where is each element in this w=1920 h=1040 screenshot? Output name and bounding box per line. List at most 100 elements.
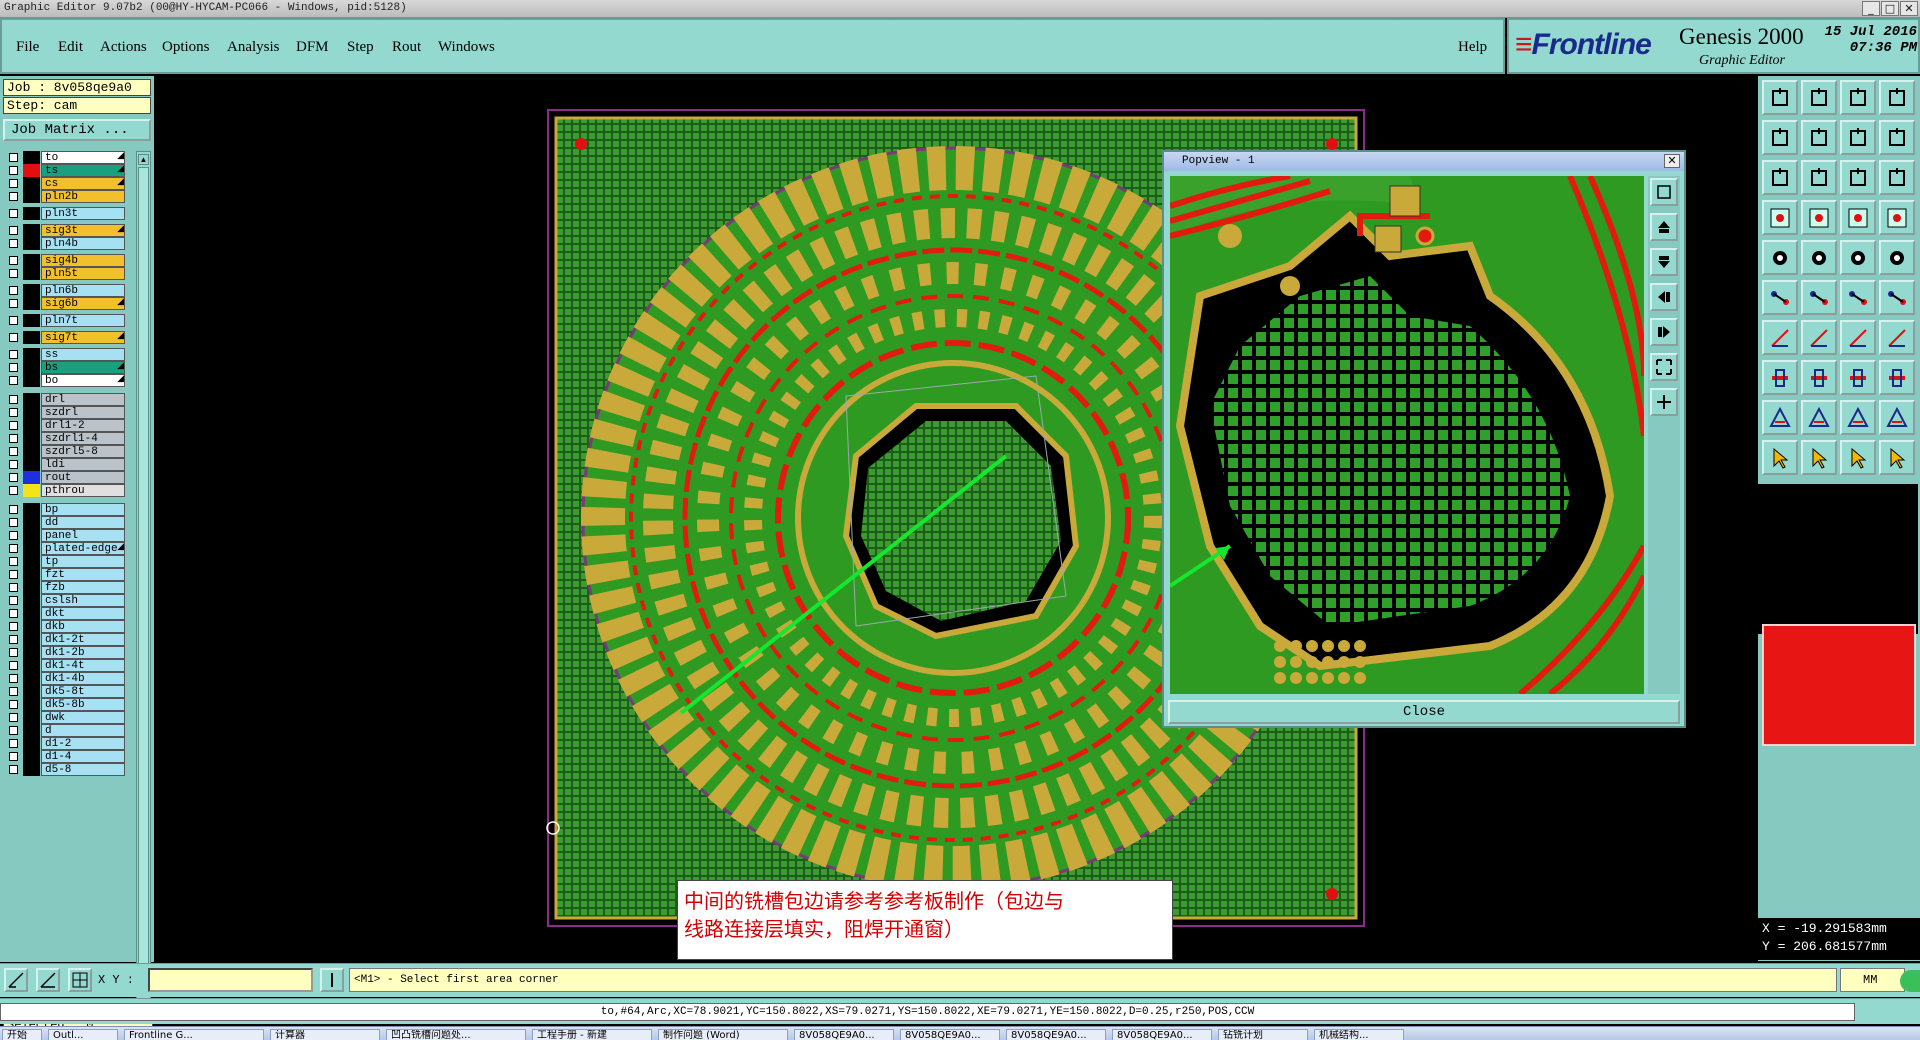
- popview-pan-right-icon[interactable]: [1650, 318, 1678, 346]
- layer-list-scrollbar[interactable]: ▲ ▼: [136, 151, 151, 1012]
- layer-name[interactable]: dk1-4t: [41, 659, 125, 672]
- layer-checkbox[interactable]: [9, 299, 18, 308]
- layer-checkbox[interactable]: [9, 726, 18, 735]
- layer-row[interactable]: dk5-8t: [4, 685, 134, 698]
- menu-analysis[interactable]: Analysis: [227, 39, 280, 56]
- draw-arc-icon[interactable]: [1801, 320, 1837, 355]
- add-text-b-icon[interactable]: [1840, 400, 1876, 435]
- layer-row[interactable]: fzt: [4, 568, 134, 581]
- layer-name[interactable]: dkt: [41, 607, 125, 620]
- zoom-home-icon[interactable]: [1762, 80, 1798, 115]
- popview-pan-left-icon[interactable]: [1650, 283, 1678, 311]
- layer-checkbox[interactable]: [9, 434, 18, 443]
- layer-color-swatch[interactable]: [23, 698, 40, 711]
- fit-all-icon[interactable]: [1762, 160, 1798, 195]
- layer-color-swatch[interactable]: [23, 393, 40, 406]
- menu-windows[interactable]: Windows: [438, 39, 495, 56]
- home-view-icon[interactable]: [1840, 80, 1876, 115]
- layer-checkbox[interactable]: [9, 166, 18, 175]
- layer-color-swatch[interactable]: [23, 484, 40, 497]
- layer-checkbox[interactable]: [9, 333, 18, 342]
- layer-color-swatch[interactable]: [23, 445, 40, 458]
- layer-checkbox[interactable]: [9, 544, 18, 553]
- pointer-grid-icon[interactable]: [1879, 440, 1915, 475]
- layer-row[interactable]: d: [4, 724, 134, 737]
- taskbar-item[interactable]: 钻铣计划: [1218, 1029, 1308, 1040]
- snap-step-icon[interactable]: [1840, 200, 1876, 235]
- circle-select-icon[interactable]: [1879, 240, 1915, 275]
- layer-color-swatch[interactable]: [23, 331, 40, 344]
- layer-row[interactable]: dd: [4, 516, 134, 529]
- layer-color-swatch[interactable]: [23, 568, 40, 581]
- layer-row[interactable]: bp: [4, 503, 134, 516]
- layer-row[interactable]: d1-4: [4, 750, 134, 763]
- layer-color-swatch[interactable]: [23, 164, 40, 177]
- layer-checkbox[interactable]: [9, 269, 18, 278]
- layer-row[interactable]: sig3t ◢: [4, 224, 134, 237]
- layer-color-swatch[interactable]: [23, 190, 40, 203]
- layer-name[interactable]: fzb: [41, 581, 125, 594]
- redraw-icon[interactable]: [1879, 120, 1915, 155]
- layer-row[interactable]: sig4b: [4, 254, 134, 267]
- layer-row[interactable]: bs ◢: [4, 361, 134, 374]
- job-matrix-button[interactable]: Job Matrix ...: [3, 119, 151, 141]
- layer-row[interactable]: to ◢: [4, 151, 134, 164]
- layer-row[interactable]: tp: [4, 555, 134, 568]
- rotate-arc-icon[interactable]: [1840, 320, 1876, 355]
- layer-checkbox[interactable]: [9, 239, 18, 248]
- layer-row[interactable]: sig6b ◢: [4, 297, 134, 310]
- scroll-up-icon[interactable]: ▲: [138, 154, 149, 165]
- popview-close-button[interactable]: Close: [1168, 700, 1680, 724]
- snap-point-icon[interactable]: [1879, 200, 1915, 235]
- layer-row[interactable]: pthrou: [4, 484, 134, 497]
- layer-color-swatch[interactable]: [23, 516, 40, 529]
- layer-row[interactable]: szdrl1-4: [4, 432, 134, 445]
- draw-line-icon[interactable]: [1762, 320, 1798, 355]
- feature-select-icon[interactable]: [1762, 240, 1798, 275]
- layer-color-swatch[interactable]: [23, 633, 40, 646]
- layer-checkbox[interactable]: [9, 531, 18, 540]
- layer-row[interactable]: dwk: [4, 711, 134, 724]
- layer-row[interactable]: fzb: [4, 581, 134, 594]
- help-icon[interactable]: [1879, 160, 1915, 195]
- units-indicator[interactable]: MM: [1840, 968, 1905, 992]
- layer-checkbox[interactable]: [9, 570, 18, 579]
- layer-color-swatch[interactable]: [23, 529, 40, 542]
- grid-view-icon[interactable]: [1801, 200, 1837, 235]
- layer-name[interactable]: pln6b: [41, 284, 125, 297]
- pointer-icon[interactable]: [1762, 440, 1798, 475]
- layer-row[interactable]: pln4b: [4, 237, 134, 250]
- layer-name[interactable]: dk5-8t: [41, 685, 125, 698]
- layer-row[interactable]: ts ◢: [4, 164, 134, 177]
- pan-center-icon[interactable]: [1840, 120, 1876, 155]
- layer-row[interactable]: plated-edge ◢: [4, 542, 134, 555]
- layer-color-swatch[interactable]: [23, 284, 40, 297]
- layer-checkbox[interactable]: [9, 505, 18, 514]
- layer-checkbox[interactable]: [9, 421, 18, 430]
- layer-name[interactable]: pln7t: [41, 314, 125, 327]
- layer-row[interactable]: panel: [4, 529, 134, 542]
- layer-checkbox[interactable]: [9, 192, 18, 201]
- layer-color-swatch[interactable]: [23, 685, 40, 698]
- align-icon[interactable]: [1840, 360, 1876, 395]
- layer-name[interactable]: cslsh: [41, 594, 125, 607]
- layer-name[interactable]: bs: [41, 361, 125, 374]
- layer-row[interactable]: bo ◢: [4, 374, 134, 387]
- menu-edit[interactable]: Edit: [58, 39, 83, 56]
- layer-checkbox[interactable]: [9, 622, 18, 631]
- add-text-c-icon[interactable]: [1879, 400, 1915, 435]
- layer-row[interactable]: d5-8: [4, 763, 134, 776]
- layer-color-swatch[interactable]: [23, 724, 40, 737]
- layer-checkbox[interactable]: [9, 713, 18, 722]
- layer-checkbox[interactable]: [9, 486, 18, 495]
- layer-row[interactable]: dk1-2b: [4, 646, 134, 659]
- layer-row[interactable]: pln2b: [4, 190, 134, 203]
- layer-name[interactable]: dk1-4b: [41, 672, 125, 685]
- layer-name[interactable]: cs: [41, 177, 125, 190]
- layer-color-swatch[interactable]: [23, 267, 40, 280]
- taskbar-item[interactable]: 凹凸铣槽问题处...: [386, 1029, 526, 1040]
- layer-checkbox[interactable]: [9, 700, 18, 709]
- layer-checkbox[interactable]: [9, 395, 18, 404]
- layer-checkbox[interactable]: [9, 350, 18, 359]
- layer-checkbox[interactable]: [9, 609, 18, 618]
